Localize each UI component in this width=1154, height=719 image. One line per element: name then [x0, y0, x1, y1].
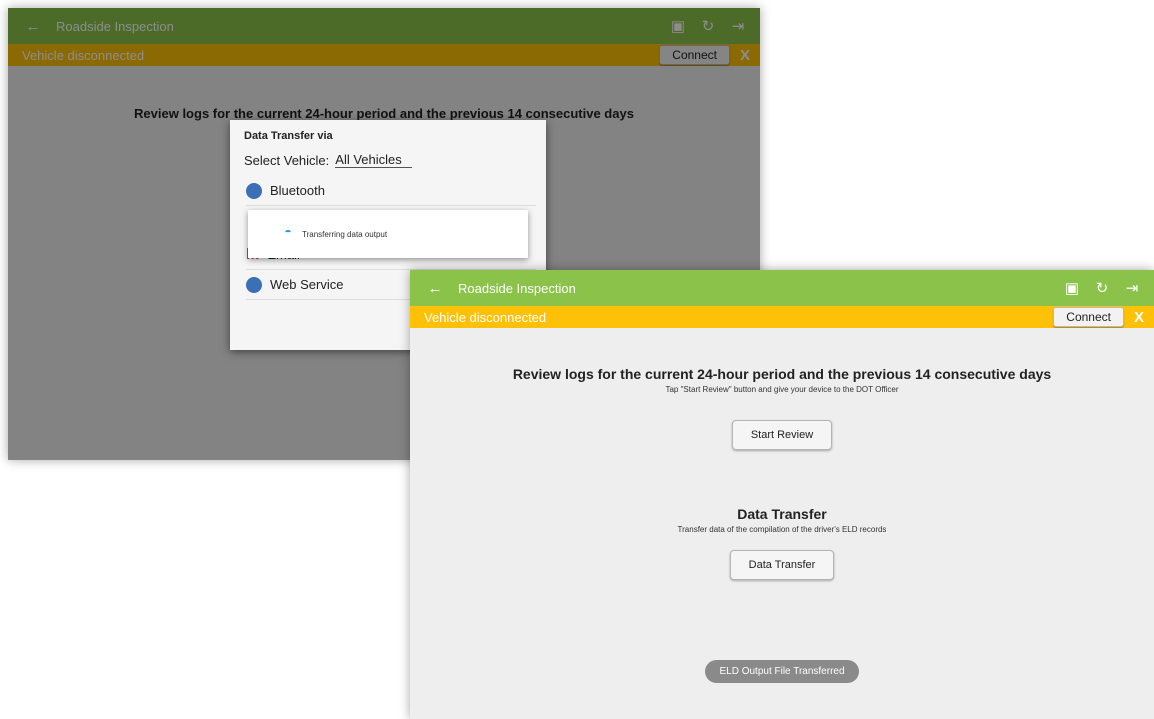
option-bluetooth[interactable]: Bluetooth [246, 176, 536, 206]
logout-icon[interactable]: ⇥ [1124, 280, 1140, 297]
arrow-left-icon[interactable]: ← [420, 280, 450, 297]
monitor-icon[interactable]: ▣ [1064, 280, 1080, 297]
status-bar: Vehicle disconnected Connect X [410, 306, 1154, 328]
close-status-button[interactable]: X [1134, 309, 1144, 326]
progress-dialog: Transferring data output [248, 210, 528, 258]
refresh-icon[interactable]: ↻ [1094, 280, 1110, 297]
data-transfer-button[interactable]: Data Transfer [729, 550, 835, 580]
status-message: Vehicle disconnected [424, 309, 547, 325]
data-transfer-heading: Data Transfer [737, 506, 827, 522]
toast-message: ELD Output File Transferred [705, 660, 859, 683]
option-label: Bluetooth [270, 183, 325, 198]
foreground-screen: ← Roadside Inspection ▣ ↻ ⇥ Vehicle disc… [410, 270, 1154, 719]
select-vehicle-row: Select Vehicle: All Vehicles [244, 152, 532, 168]
progress-text: Transferring data output [302, 229, 388, 239]
review-heading: Review logs for the current 24-hour peri… [512, 366, 1052, 382]
app-title: Roadside Inspection [458, 280, 576, 296]
bluetooth-icon [246, 182, 262, 199]
app-bar: ← Roadside Inspection ▣ ↻ ⇥ [410, 270, 1154, 306]
spinner-icon [284, 230, 292, 238]
fmcsa-icon [246, 276, 262, 293]
review-subtext: Tap "Start Review" button and give your … [665, 385, 899, 394]
data-transfer-subtext: Transfer data of the compilation of the … [677, 525, 887, 534]
main-content: Review logs for the current 24-hour peri… [410, 328, 1154, 719]
select-vehicle-label: Select Vehicle: [244, 152, 330, 168]
start-review-button[interactable]: Start Review [731, 420, 833, 450]
connect-button[interactable]: Connect [1053, 307, 1124, 327]
vehicle-select[interactable]: All Vehicles [335, 152, 412, 168]
dialog-title: Data Transfer via [244, 130, 333, 142]
option-label: Web Service [270, 277, 344, 292]
